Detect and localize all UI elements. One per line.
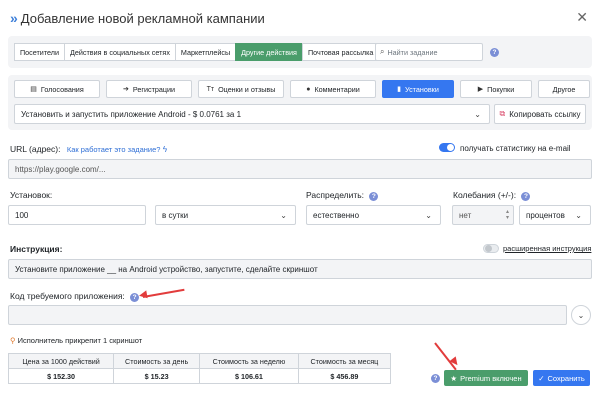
category-other-button[interactable]: Другое	[538, 80, 590, 98]
url-input[interactable]: https://play.google.com/...	[8, 159, 592, 179]
distribute-label-row: Распределить: ?	[306, 190, 379, 201]
annotation-arrow	[142, 288, 185, 298]
category-purchases-button[interactable]: ▶ Покупки	[460, 80, 532, 98]
advanced-instruction-toggle[interactable]	[483, 244, 499, 253]
help-icon[interactable]: ?	[490, 48, 499, 57]
pin-icon: ⚲	[10, 336, 16, 345]
subcategory-buttons: ▤ Голосования ➔ Регистрации Tт Оценки и отз…	[14, 80, 590, 98]
category-comments-button[interactable]: ● Комментарии	[290, 80, 376, 98]
chevron-down-icon: ⌄	[474, 109, 481, 119]
task-select[interactable]: Установить и запустить приложение Androi…	[14, 104, 490, 124]
category-registrations-button[interactable]: ➔ Регистрации	[106, 80, 192, 98]
installs-period-select[interactable]: в сутки ⌄	[155, 205, 296, 225]
advanced-instruction-label[interactable]: расширенная инструкция	[503, 244, 591, 253]
price-per-1000: $ 152.30	[7, 368, 115, 384]
help-icon[interactable]: ?	[369, 192, 379, 201]
stats-email-label: получать статистику на e-mail	[460, 144, 571, 153]
help-icon[interactable]: ?	[130, 293, 140, 302]
text-icon: Tт	[206, 85, 215, 93]
attach-note: ⚲ Исполнитель прикрепит 1 скриншот	[10, 336, 142, 345]
search-icon: ⌕	[380, 47, 385, 56]
star-icon: ★	[450, 373, 458, 383]
fluctuation-label-row: Колебания (+/-): ?	[453, 190, 531, 201]
chevron-down-icon: ⌄	[575, 210, 582, 220]
app-code-label: Код требуемого приложения:	[10, 291, 125, 301]
phone-icon: ▮	[397, 86, 401, 93]
price-table: Цена за 1000 действий Стоимость за день …	[7, 353, 392, 384]
modal-title: Добавление новой рекламной кампании	[20, 10, 265, 26]
help-icon[interactable]: ?	[431, 374, 440, 383]
premium-button[interactable]: ★ Premium включен	[444, 370, 528, 386]
price-header: Стоимость за неделю	[199, 353, 299, 369]
stepper-icon[interactable]: ▴ ▾	[506, 209, 509, 221]
price-header: Стоимость за месяц	[297, 353, 392, 369]
price-header: Стоимость за день	[113, 353, 201, 369]
document-icon: ▤	[30, 86, 37, 93]
save-button[interactable]: ✓ Сохранить	[533, 370, 590, 386]
tab-mailing[interactable]: Почтовая рассылка	[301, 43, 380, 61]
comment-icon: ●	[306, 85, 311, 93]
url-label: URL (адрес):	[10, 144, 61, 154]
fluctuation-unit-value: процентов	[526, 210, 565, 220]
tab-visitors[interactable]: Посетители	[14, 43, 66, 61]
copy-icon: ⧉	[499, 109, 506, 118]
chevron-down-icon[interactable]: ⌄	[571, 305, 591, 325]
task-search-input[interactable]: ⌕ Найти задание	[375, 43, 483, 61]
search-placeholder: Найти задание	[387, 47, 438, 57]
app-code-select[interactable]	[8, 305, 567, 325]
tab-social-actions[interactable]: Действия в социальных сетях	[64, 43, 176, 61]
modal-header: » Добавление новой рекламной кампании ✕	[10, 7, 590, 29]
table-row: $ 152.30 $ 15.23 $ 106.61 $ 456.89	[7, 368, 392, 384]
installs-period-value: в сутки	[162, 210, 189, 220]
tab-marketplaces[interactable]: Маркетплейсы	[174, 43, 237, 61]
help-icon[interactable]: ?	[521, 192, 531, 201]
task-select-value: Установить и запустить приложение Androi…	[21, 109, 242, 119]
chevrons-right-icon: »	[10, 10, 18, 26]
annotation-arrowhead	[138, 290, 148, 300]
distribute-select[interactable]: естественно ⌄	[306, 205, 441, 225]
close-icon[interactable]: ✕	[576, 9, 588, 26]
category-installs-button[interactable]: ▮ Установки	[382, 80, 454, 98]
check-icon: ✓	[538, 373, 545, 383]
subcategory-panel: ▤ Голосования ➔ Регистрации Tт Оценки и отз…	[8, 75, 592, 130]
url-label-row: URL (адрес): Как работает это задание? ϟ	[10, 144, 167, 154]
how-it-works-link[interactable]: Как работает это задание?	[67, 145, 161, 154]
category-votes-button[interactable]: ▤ Голосования	[14, 80, 100, 98]
distribute-label: Распределить:	[306, 190, 365, 200]
instruction-input[interactable]: Установите приложение __ на Android устр…	[8, 259, 592, 279]
price-header: Цена за 1000 действий	[7, 353, 115, 369]
instruction-label: Инструкция:	[10, 244, 63, 254]
category-reviews-button[interactable]: Tт Оценки и отзывы	[198, 80, 284, 98]
chevron-down-icon: ⌄	[425, 210, 432, 220]
cost-per-month: $ 456.89	[297, 368, 392, 384]
tab-other-actions[interactable]: Другие действия	[235, 43, 303, 61]
app-code-label-row: Код требуемого приложения: ?	[10, 291, 140, 302]
cost-per-week: $ 106.61	[199, 368, 299, 384]
fluctuation-unit-select[interactable]: процентов ⌄	[519, 205, 591, 225]
table-header-row: Цена за 1000 действий Стоимость за день …	[7, 353, 392, 369]
fluctuation-label: Колебания (+/-):	[453, 190, 517, 200]
youtube-icon: ▶	[477, 86, 484, 93]
stats-email-toggle[interactable]	[439, 143, 455, 152]
bolt-icon: ϟ	[162, 145, 168, 154]
fluctuation-input[interactable]: нет ▴ ▾	[452, 205, 514, 225]
login-icon: ➔	[122, 86, 129, 93]
cost-per-day: $ 15.23	[113, 368, 201, 384]
category-tabs: Посетители Действия в социальных сетях М…	[14, 43, 380, 61]
installs-count-input[interactable]: 100	[8, 205, 146, 225]
copy-link-button[interactable]: ⧉ Копировать ссылку	[494, 104, 586, 124]
distribute-value: естественно	[313, 210, 360, 220]
attach-note-text: Исполнитель прикрепит 1 скриншот	[17, 336, 143, 345]
chevron-down-icon: ⌄	[280, 210, 287, 220]
fluctuation-value: нет	[459, 210, 472, 220]
installs-label: Установок:	[10, 190, 53, 200]
category-tabs-panel: Посетители Действия в социальных сетях М…	[8, 36, 592, 68]
